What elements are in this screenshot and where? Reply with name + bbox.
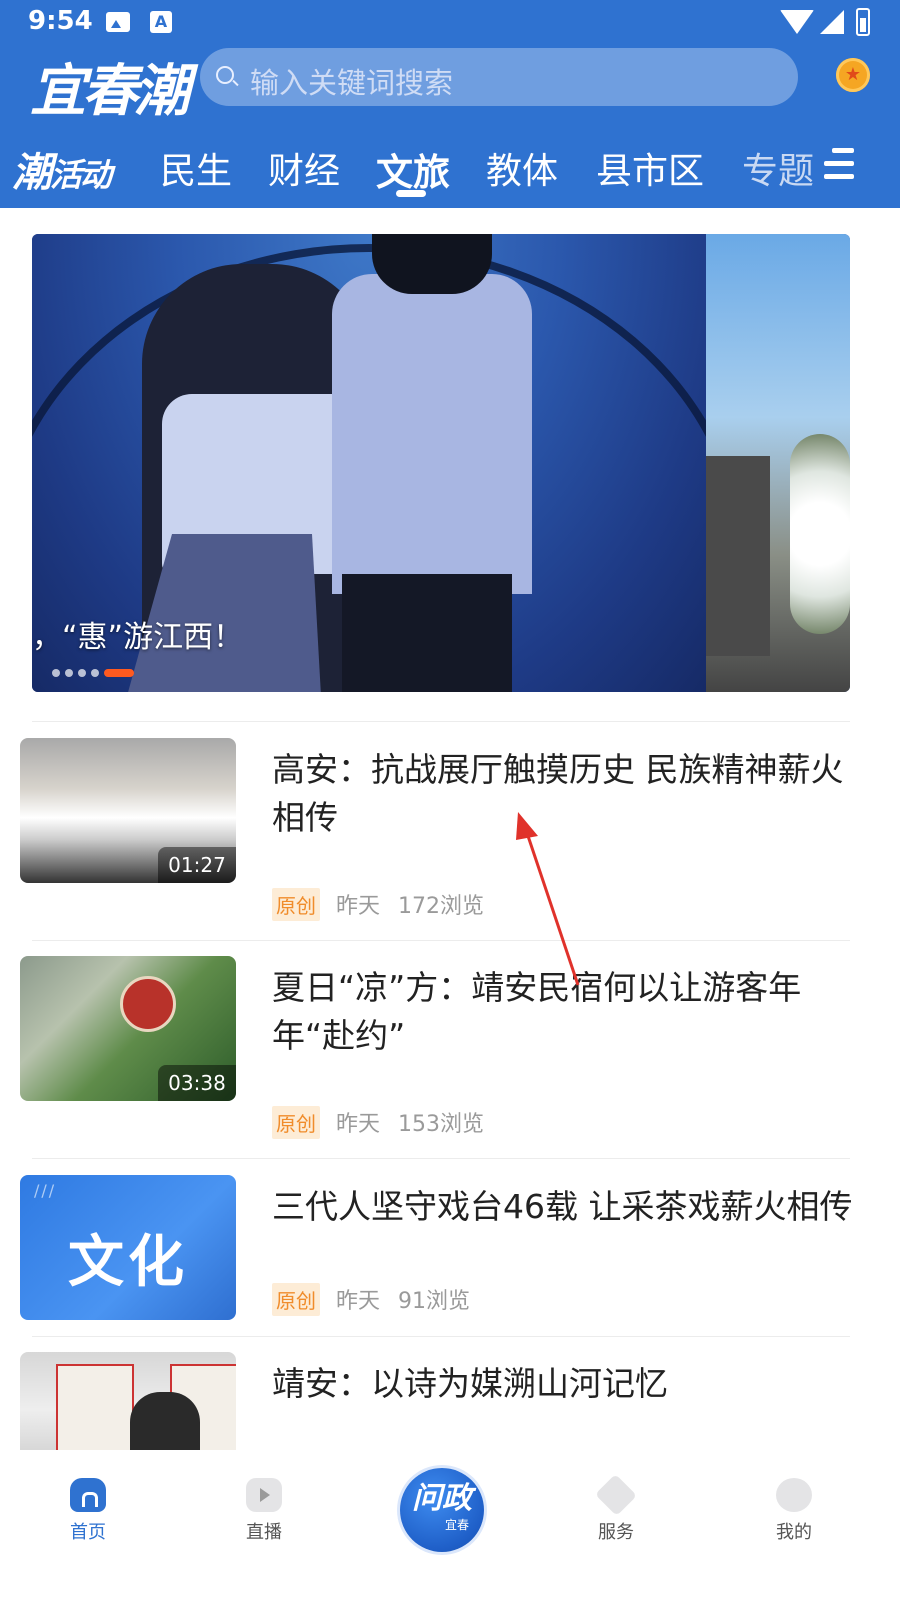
news-item[interactable]: 03:38 夏日“凉”方：靖安民宿何以让游客年年“赴约” 原创 昨天 153浏览 (0, 956, 900, 1156)
news-thumbnail: /// 文化 (20, 1175, 236, 1320)
original-tag: 原创 (272, 1283, 320, 1316)
points-coin-icon[interactable]: ★ (836, 58, 870, 92)
nav-live-label: 直播 (246, 1522, 282, 1543)
nav-service[interactable]: 服务 (556, 1473, 676, 1544)
news-meta: 原创 昨天 153浏览 (272, 1106, 484, 1139)
signal-icon (820, 10, 844, 34)
divider (32, 1158, 850, 1159)
news-thumbnail: 01:27 (20, 738, 236, 883)
play-icon (246, 1478, 282, 1512)
tab-zhuanti[interactable]: 专题 (742, 142, 814, 194)
app-header: 9:54 A 宜春潮 输入关键词搜索 ★ 潮活动 民生 财经 文旅 教体 县市区… (0, 0, 900, 208)
news-title: 高安：抗战展厅触摸历史 民族精神薪火相传 (272, 750, 844, 837)
banner-next-slide (706, 234, 850, 692)
tab-jiaoti[interactable]: 教体 (486, 142, 558, 194)
heart-service-icon (594, 1473, 638, 1517)
search-icon (216, 66, 234, 84)
original-tag: 原创 (272, 888, 320, 921)
news-thumbnail (20, 1352, 236, 1450)
nav-mine-label: 我的 (776, 1522, 812, 1543)
nav-service-label: 服务 (598, 1522, 634, 1543)
profile-icon (776, 1478, 812, 1512)
news-time: 昨天 (336, 1289, 381, 1314)
nav-home-label: 首页 (70, 1522, 106, 1543)
news-views: 153浏览 (398, 1112, 485, 1137)
battery-icon (856, 8, 870, 36)
carousel-dot-active (104, 668, 134, 677)
tab-caijing[interactable]: 财经 (268, 142, 340, 194)
divider (32, 940, 850, 941)
wenzheng-sub-label: 宜春 (444, 1518, 469, 1532)
channel-menu-icon[interactable] (824, 148, 854, 180)
carousel-dot (78, 668, 86, 677)
nav-live[interactable]: 直播 (204, 1478, 324, 1544)
news-thumbnail: 03:38 (20, 956, 236, 1101)
gallery-notification-icon (106, 12, 130, 32)
original-tag: 原创 (272, 1106, 320, 1139)
news-meta: 原创 昨天 172浏览 (272, 888, 484, 921)
home-icon (70, 1478, 106, 1512)
search-placeholder: 输入关键词搜索 (250, 66, 454, 100)
news-meta: 原创 昨天 91浏览 (272, 1283, 470, 1316)
banner-carousel[interactable]: ，“惠”游江西！ (32, 234, 850, 692)
carousel-dot (65, 668, 73, 677)
carousel-dot (52, 668, 60, 677)
news-title: 靖安：以诗为媒溯山河记忆 (272, 1364, 668, 1403)
video-duration: 03:38 (158, 1065, 236, 1101)
search-bar[interactable]: 输入关键词搜索 (200, 48, 798, 106)
news-item[interactable]: 01:27 高安：抗战展厅触摸历史 民族精神薪火相传 原创 昨天 172浏览 (0, 738, 900, 938)
news-title: 三代人坚守戏台46载 让采茶戏薪火相传 (272, 1187, 853, 1226)
news-item[interactable]: 靖安：以诗为媒溯山河记忆 (0, 1352, 900, 1450)
wenzheng-label: 问政 (412, 1481, 472, 1516)
carousel-dot (91, 668, 99, 677)
status-bar: 9:54 A (0, 0, 900, 46)
thumbnail-label: 文化 (68, 1229, 188, 1295)
news-time: 昨天 (336, 1112, 381, 1137)
tab-minsheng[interactable]: 民生 (160, 142, 232, 194)
tab-wenlv[interactable]: 文旅 (376, 142, 450, 196)
video-duration: 01:27 (158, 847, 236, 883)
status-time: 9:54 (28, 6, 93, 36)
divider (32, 1336, 850, 1337)
activity-logo-big: 潮 (12, 149, 52, 196)
nav-mine[interactable]: 我的 (734, 1478, 854, 1544)
news-views: 172浏览 (398, 894, 485, 919)
carousel-dots (52, 662, 139, 677)
nav-wenzheng-button[interactable]: 问政 宜春 (400, 1468, 484, 1552)
bottom-nav: 首页 直播 问政 宜春 服务 我的 (0, 1450, 900, 1600)
news-item[interactable]: /// 文化 三代人坚守戏台46载 让采茶戏薪火相传 原创 昨天 91浏览 (0, 1175, 900, 1375)
activity-logo-small: 活动 (50, 156, 112, 194)
news-time: 昨天 (336, 894, 381, 919)
tab-xianshiqu[interactable]: 县市区 (596, 142, 704, 194)
wifi-icon (780, 10, 814, 34)
news-views: 91浏览 (398, 1289, 471, 1314)
channel-activity[interactable]: 潮活动 (12, 140, 112, 198)
active-tab-indicator (396, 190, 426, 197)
divider (32, 721, 850, 722)
nav-home[interactable]: 首页 (28, 1478, 148, 1544)
news-title: 夏日“凉”方：靖安民宿何以让游客年年“赴约” (272, 968, 802, 1055)
banner-image-aquarium: ，“惠”游江西！ (32, 234, 746, 692)
banner-caption: ，“惠”游江西！ (32, 620, 244, 655)
app-notification-icon: A (150, 11, 172, 33)
app-logo: 宜春潮 (30, 58, 190, 124)
